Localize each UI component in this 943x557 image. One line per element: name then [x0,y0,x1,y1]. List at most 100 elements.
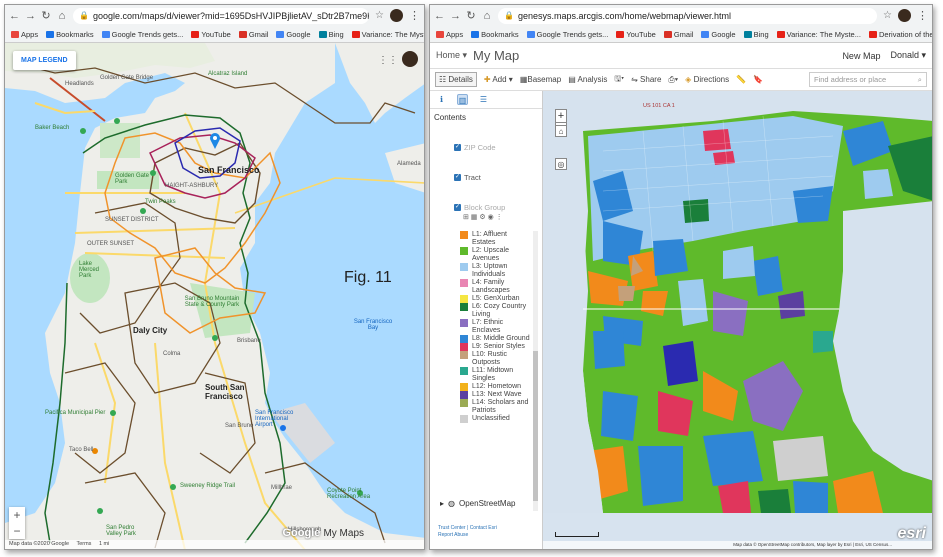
account-avatar[interactable] [402,51,418,67]
scrollbar-thumb[interactable] [533,351,538,501]
layer-openstreetmap[interactable]: ▸ ◍ OpenStreetMap [440,499,515,508]
map-legend-button[interactable]: MAP LEGEND [13,51,76,70]
expand-icon[interactable]: ▸ [440,499,444,508]
directions-button[interactable]: ◈ Directions [685,75,729,84]
details-label: Details [448,75,473,84]
report-abuse-link[interactable]: Report Abuse [438,532,468,538]
profile-avatar[interactable] [390,9,403,22]
legend-item: L4: Family Landscapes [460,279,530,295]
default-extent-icon[interactable]: ⌂ [555,125,567,137]
legend-item: L12: Hometown [460,383,530,391]
share-button[interactable]: ⇋ Share [631,75,661,84]
checkbox-icon[interactable]: ✓ [454,144,461,151]
analysis-button[interactable]: ▤ Analysis [568,75,607,84]
legend-swatch [460,351,468,359]
bookmark-item[interactable]: Bing [743,30,769,39]
checkbox-icon[interactable]: ✓ [454,204,461,211]
print-icon: ⎙▾ [668,74,679,84]
back-icon[interactable]: ← [434,10,445,22]
label-san-pedro-valley: San Pedro Valley Park [106,525,136,537]
terms-link[interactable]: Terms [76,541,91,547]
back-icon[interactable]: ← [9,10,20,22]
legend-item: L7: Ethnic Enclaves [460,319,530,335]
search-icon[interactable]: ⌕ [918,75,922,85]
bookmark-item[interactable]: Apps [11,30,38,39]
measure-icon[interactable]: 📏 [736,75,746,84]
scale-label: 1 mi [98,541,110,547]
legend-item: L1: Affluent Estates [460,231,530,247]
profile-avatar[interactable] [898,9,911,22]
layer-tool-icons[interactable]: ⊞ ▦ ⚙ ◉ ⋮ [463,213,503,221]
zoom-in-button[interactable]: + [9,507,25,523]
label-alameda: Alameda [397,161,421,167]
layer-zip-code[interactable]: ✓ ZIP Code [454,143,496,152]
pane-scrollbar[interactable] [533,231,538,511]
apps-grid-icon[interactable]: ⋮⋮ [378,55,398,66]
home-icon[interactable]: ⌂ [57,10,67,22]
bookmark-item[interactable]: Gmail [238,30,268,39]
reload-icon[interactable]: ↻ [41,9,51,22]
legend-label: L8: Middle Ground [472,335,530,342]
layer-tract[interactable]: ✓ Tract [454,173,481,182]
bookmark-item[interactable]: Variance: The Myste... [351,30,424,39]
zoom-out-button[interactable]: − [9,523,25,539]
new-map-button[interactable]: New Map [842,51,880,61]
label-millbrae: Millbrae [271,485,293,491]
reload-icon[interactable]: ↻ [466,9,476,22]
content-tab-icon[interactable]: ▥ [457,94,468,105]
locate-icon[interactable]: ◎ [555,158,567,170]
label-sf-bay: San Francisco Bay [353,319,393,331]
checkbox-icon[interactable]: ✓ [454,174,461,181]
bookmark-label: Google Trends gets... [536,29,609,39]
google-map[interactable]: Headlands Golden Gate Bridge Alcatraz Is… [5,43,424,549]
bookmark-item[interactable]: Bing [318,30,344,39]
bookmark-item[interactable]: YouTube [191,30,231,39]
trust-center-link[interactable]: Trust Center [438,525,466,531]
label-taco-bell: Taco Bell [69,447,94,453]
address-bar[interactable]: 🔒 google.com/maps/d/viewer?mid=1695DsHVJI… [73,7,370,24]
arcgis-map[interactable]: US 101 CA 1 + − ⌂ ◎ Map data © OpenStree… [543,91,932,549]
menu-icon[interactable]: ⋮ [409,9,420,22]
address-bar[interactable]: 🔒 genesys.maps.arcgis.com/home/webmap/vie… [498,7,878,24]
bookmark-item[interactable]: Derivation of the N... [868,30,932,39]
print-button[interactable]: ⎙▾ [668,75,678,85]
bookmark-star-icon[interactable]: ☆ [883,10,892,21]
user-menu[interactable]: Donald ▾ [890,50,926,61]
bookmark-item[interactable]: Google [701,30,736,39]
search-input[interactable]: Find address or place ⌕ [809,72,927,87]
basemap-button[interactable]: ▦Basemap [520,75,561,84]
save-button[interactable]: 🖫▾ [614,73,624,87]
legend-tab-icon[interactable]: ☰ [478,94,489,105]
menu-icon[interactable]: ⋮ [917,9,928,22]
label-outer-sunset: OUTER SUNSET [87,241,135,247]
right-browser-window: ← → ↻ ⌂ 🔒 genesys.maps.arcgis.com/home/we… [429,4,933,550]
label-san-bruno-mountain: San Bruno Mountain State & County Park [184,296,240,308]
bookmark-label: Gmail [673,29,694,39]
bookmark-icon [191,30,200,38]
bookmarks-icon[interactable]: 🔖 [753,75,763,84]
about-tab-icon[interactable]: ℹ [436,94,447,105]
home-icon[interactable]: ⌂ [482,10,492,22]
bookmark-star-icon[interactable]: ☆ [375,10,384,21]
zoom-in-button[interactable]: + [556,110,566,122]
label-san-francisco: San Francisco [198,165,260,175]
bookmark-item[interactable]: Google [276,30,311,39]
contact-esri-link[interactable]: Contact Esri [470,525,497,531]
bookmark-icon [616,30,625,38]
add-button[interactable]: ✚ Add ▾ [484,75,513,84]
forward-icon[interactable]: → [450,10,461,22]
details-button[interactable]: ☷ Details [435,72,477,87]
layer-block-group[interactable]: ✓ Block Group [454,203,505,212]
bookmark-item[interactable]: Apps [436,30,463,39]
bookmark-item[interactable]: Bookmarks [471,30,519,39]
bookmark-item[interactable]: Google Trends gets... [526,29,609,39]
bookmark-item[interactable]: YouTube [616,30,656,39]
forward-icon[interactable]: → [25,10,36,22]
bookmark-item[interactable]: Bookmarks [46,30,94,39]
home-menu[interactable]: Home ▾ [436,50,467,61]
bookmark-item[interactable]: Google Trends gets... [101,30,183,39]
label-coyote-point: Coyote Point Recreation Area [327,488,371,500]
zoom-control: + − [9,507,25,539]
bookmark-item[interactable]: Gmail [663,29,694,39]
bookmark-item[interactable]: Variance: The Myste... [776,30,861,39]
